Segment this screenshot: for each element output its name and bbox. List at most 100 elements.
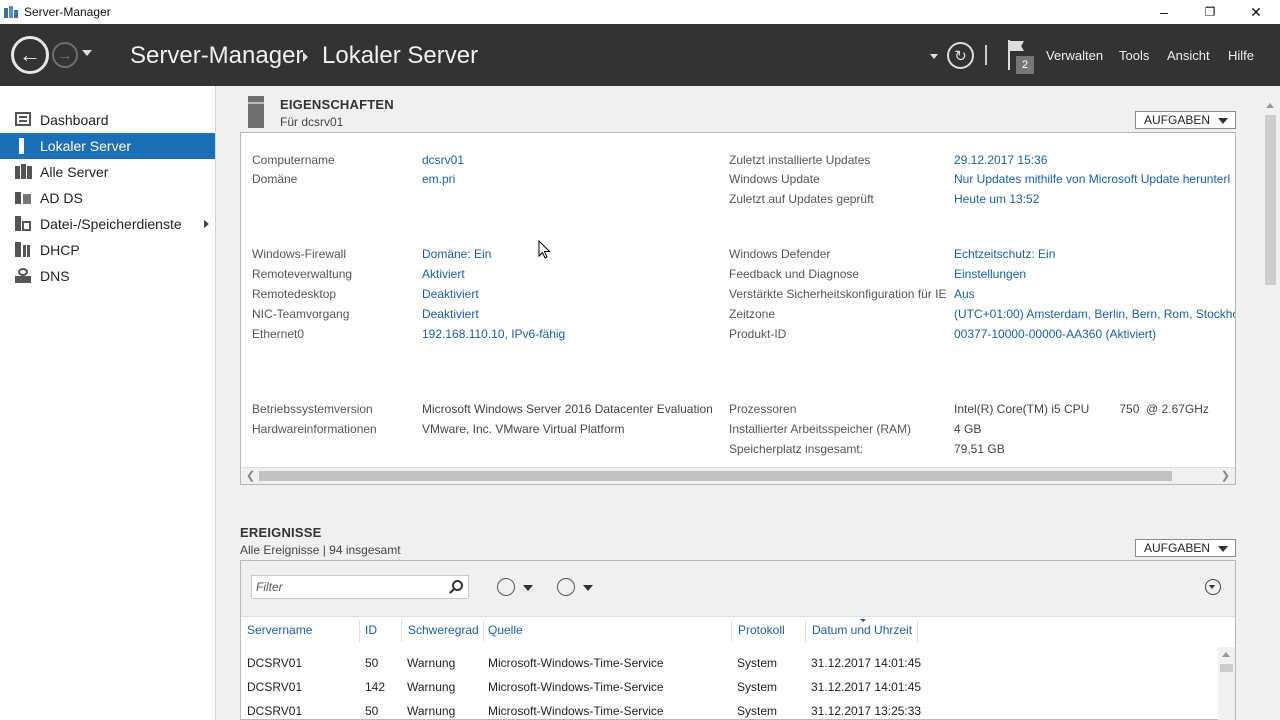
events-tasks-button[interactable]: AUFGABEN xyxy=(1135,539,1236,557)
menu-hilfe[interactable]: Hilfe xyxy=(1228,48,1254,63)
prop-value-ie-esc[interactable]: Aus xyxy=(954,287,975,301)
prop-value-remotedesktop[interactable]: Deaktiviert xyxy=(422,287,479,301)
column-header-quelle[interactable]: Quelle xyxy=(488,623,523,637)
sidebar-item-lokaler-server[interactable]: Lokaler Server xyxy=(0,133,215,159)
cell-schweregrad: Warnung xyxy=(407,680,456,694)
header-dropdown-icon[interactable] xyxy=(930,54,938,59)
cell-id: 142 xyxy=(365,680,386,694)
prop-value-last-checked[interactable]: Heute um 13:52 xyxy=(954,192,1039,206)
back-button[interactable]: ← xyxy=(11,36,49,74)
prop-value-ethernet0[interactable]: 192.168.110.10, IPv6-fähig xyxy=(422,327,565,341)
prop-value-timezone[interactable]: (UTC+01:00) Amsterdam, Berlin, Bern, Rom… xyxy=(954,307,1235,321)
refresh-icon: ↻ xyxy=(954,47,967,65)
minimize-button[interactable]: – xyxy=(1141,0,1187,24)
prop-value-defender[interactable]: Echtzeitschutz: Ein xyxy=(954,247,1055,261)
sidebar-item-dns[interactable]: DNS xyxy=(0,263,215,289)
sidebar-item-dhcp[interactable]: DHCP xyxy=(0,237,215,263)
cell-datum: 31.12.2017 14:01:45 xyxy=(811,680,922,694)
sidebar-item-datei-speicherdienste[interactable]: Datei-/Speicherdienste xyxy=(0,211,215,237)
column-header-schweregrad[interactable]: Schweregrad xyxy=(408,623,479,637)
properties-title: EIGENSCHAFTEN xyxy=(280,97,394,112)
main-vertical-scrollbar[interactable] xyxy=(1264,103,1277,720)
menu-ansicht[interactable]: Ansicht xyxy=(1167,48,1210,63)
scroll-left-icon[interactable]: ❮ xyxy=(246,469,255,482)
prop-label: NIC-Teamvorgang xyxy=(252,307,350,321)
cell-servername: DCSRV01 xyxy=(247,656,303,670)
collapse-chevron-icon[interactable] xyxy=(1205,579,1221,595)
prop-value-firewall[interactable]: Domäne: Ein xyxy=(422,247,491,261)
cell-id: 50 xyxy=(365,656,379,670)
prop-label: Windows Defender xyxy=(729,247,831,261)
breadcrumb-separator-icon xyxy=(303,52,308,62)
prop-value-ram: 4 GB xyxy=(954,422,982,436)
sidebar-item-alle-server[interactable]: Alle Server xyxy=(0,159,215,185)
sidebar-item-label: Dashboard xyxy=(40,112,109,128)
ad-ds-icon xyxy=(15,190,33,206)
column-header-datum-uhrzeit[interactable]: Datum und Uhrzeit xyxy=(812,623,912,637)
prop-label: Verstärkte Sicherheitskonfiguration für … xyxy=(729,287,947,301)
notifications-button[interactable]: 2 xyxy=(1006,40,1036,74)
menu-verwalten[interactable]: Verwalten xyxy=(1046,48,1103,63)
column-header-servername[interactable]: Servername xyxy=(247,623,312,637)
properties-horizontal-scrollbar[interactable]: ❮ ❯ xyxy=(241,467,1235,484)
local-server-icon xyxy=(15,138,33,154)
nav-history-dropdown[interactable] xyxy=(82,50,92,56)
mouse-cursor-icon xyxy=(538,240,551,259)
save-query-icon[interactable] xyxy=(557,578,575,596)
list-options-dropdown[interactable] xyxy=(523,585,533,591)
column-header-id[interactable]: ID xyxy=(365,623,377,637)
prop-label: Hardwareinformationen xyxy=(252,422,377,436)
events-vertical-scrollbar[interactable] xyxy=(1218,647,1235,720)
sidebar-item-ad-ds[interactable]: AD DS xyxy=(0,185,215,211)
refresh-button[interactable]: ↻ xyxy=(947,42,974,69)
all-servers-icon xyxy=(15,164,33,180)
events-toolbar: Filter xyxy=(241,561,1235,617)
expand-arrow-icon[interactable] xyxy=(204,220,209,228)
prop-label: Windows Update xyxy=(729,172,820,186)
properties-tasks-button[interactable]: AUFGABEN xyxy=(1135,111,1236,129)
scrollbar-thumb[interactable] xyxy=(259,471,1172,481)
restore-icon: ❐ xyxy=(1204,5,1216,19)
filter-placeholder: Filter xyxy=(256,580,283,594)
cell-protokoll: System xyxy=(737,704,778,718)
header-bar: ← → Server-Manager Lokaler Server ↻ 2 Ve… xyxy=(0,24,1280,86)
properties-panel: Computername dcsrv01 Domäne em.pri Windo… xyxy=(240,132,1236,485)
forward-button[interactable]: → xyxy=(52,42,78,68)
breadcrumb-current: Lokaler Server xyxy=(322,42,479,69)
list-options-icon[interactable] xyxy=(497,578,515,596)
scroll-up-icon[interactable] xyxy=(1266,103,1274,108)
scrollbar-thumb[interactable] xyxy=(1265,115,1276,285)
main-content: EIGENSCHAFTEN Für dcsrv01 AUFGABEN Compu… xyxy=(216,86,1280,720)
prop-value-domain[interactable]: em.pri xyxy=(422,172,455,186)
server-icon xyxy=(248,96,264,128)
filter-input[interactable]: Filter xyxy=(251,575,469,599)
menu-tools[interactable]: Tools xyxy=(1119,48,1149,63)
scroll-right-icon[interactable]: ❯ xyxy=(1221,469,1230,482)
prop-value-windows-update[interactable]: Nur Updates mithilfe von Microsoft Updat… xyxy=(954,172,1230,186)
sidebar-item-label: Alle Server xyxy=(40,164,109,180)
sidebar-item-dashboard[interactable]: Dashboard xyxy=(0,107,215,133)
cell-datum: 31.12.2017 13:25:33 xyxy=(811,704,922,718)
prop-value-last-updates[interactable]: 29.12.2017 15:36 xyxy=(954,153,1047,167)
save-query-dropdown[interactable] xyxy=(583,585,593,591)
scrollbar-thumb[interactable] xyxy=(1220,664,1233,672)
cell-protokoll: System xyxy=(737,656,778,670)
column-header-protokoll[interactable]: Protokoll xyxy=(738,623,785,637)
prop-value-computername[interactable]: dcsrv01 xyxy=(422,153,464,167)
prop-value-remoteverwaltung[interactable]: Aktiviert xyxy=(422,267,465,281)
search-icon[interactable] xyxy=(452,580,463,591)
notifications-count-badge: 2 xyxy=(1016,56,1034,74)
prop-value-nic-teaming[interactable]: Deaktiviert xyxy=(422,307,479,321)
maximize-button[interactable]: ❐ xyxy=(1187,0,1233,24)
events-panel: Filter Servername ID Schweregrad Quelle … xyxy=(240,560,1236,720)
close-button[interactable]: ✕ xyxy=(1233,0,1279,24)
prop-value-feedback[interactable]: Einstellungen xyxy=(954,267,1026,281)
scroll-up-icon[interactable] xyxy=(1222,652,1230,657)
prop-value-product-id[interactable]: 00377-10000-00000-AA360 (Aktiviert) xyxy=(954,327,1156,341)
breadcrumb-root[interactable]: Server-Manager xyxy=(130,42,303,70)
sidebar: Dashboard Lokaler Server Alle Server AD … xyxy=(0,86,216,720)
arrow-left-icon: ← xyxy=(19,42,41,67)
header-divider xyxy=(985,45,987,65)
close-icon: ✕ xyxy=(1250,3,1262,20)
prop-label: Speicherplatz insgesamt: xyxy=(729,442,864,456)
